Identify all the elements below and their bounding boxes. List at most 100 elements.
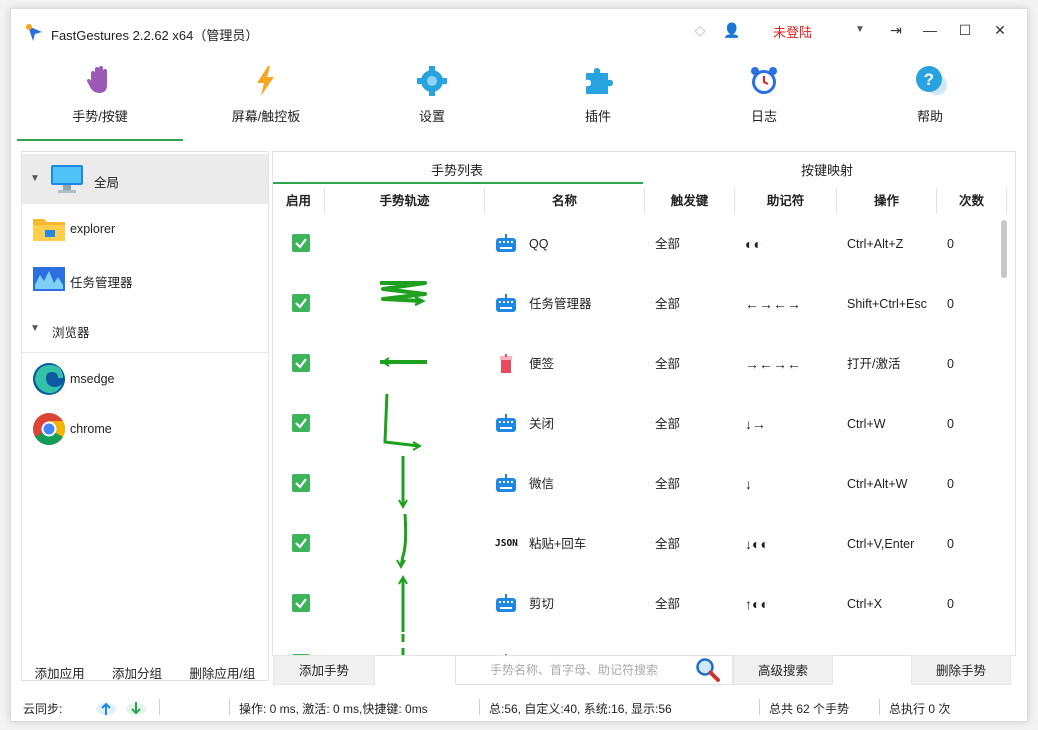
sticky-note-icon: [495, 353, 517, 375]
enabled-checkbox[interactable]: [292, 234, 310, 252]
exec-count: 0: [947, 417, 954, 431]
exec-count: [947, 634, 987, 655]
table-row[interactable]: 任务管理器 全部 ←→←→ Shift+Ctrl+Esc 0: [273, 274, 1005, 334]
action: Shift+Ctrl+Esc: [847, 297, 927, 311]
tree-group-browser[interactable]: ▼ 浏览器: [22, 304, 268, 354]
diamond-icon[interactable]: ◇: [691, 21, 709, 39]
vertical-scrollbar[interactable]: [1001, 220, 1007, 278]
close-button[interactable]: ✕: [989, 19, 1011, 41]
mnemonic: →←→←: [745, 356, 801, 372]
exec-count: 0: [947, 477, 954, 491]
nav-tab-plugins[interactable]: 插件: [515, 61, 681, 139]
tab-key-mapping[interactable]: 按键映射: [801, 160, 853, 179]
gesture-name: [529, 634, 643, 655]
lightning-icon: [257, 66, 274, 96]
json-label: JSON: [495, 538, 518, 549]
minimize-button[interactable]: —: [919, 19, 941, 41]
table-row[interactable]: [273, 634, 1005, 655]
maximize-button[interactable]: ☐: [954, 19, 976, 41]
sync-label: 云同步:: [23, 702, 63, 716]
tree-item-chrome[interactable]: chrome: [22, 404, 268, 454]
action: Ctrl+W: [847, 417, 886, 431]
table-row[interactable]: JSON 粘贴+回车 全部 ↓◐◐ Ctrl+V,Enter 0: [273, 514, 1005, 574]
gesture-trail: [380, 281, 427, 307]
tree-footer: 添加应用 添加分组 删除应用/组: [21, 659, 269, 685]
col-mnemonic[interactable]: 助记符: [735, 188, 837, 214]
gesture-search-input[interactable]: [455, 655, 733, 685]
gesture-name: 粘贴+回车: [529, 537, 587, 551]
total-executed: 总执行 0 次: [889, 702, 951, 716]
nav-tab-screen[interactable]: 屏幕/触控板: [183, 61, 349, 139]
col-count[interactable]: 次数: [937, 188, 1007, 214]
nav-tab-gestures[interactable]: 手势/按键: [17, 61, 183, 141]
tree-item-explorer[interactable]: explorer: [22, 204, 268, 254]
enabled-checkbox[interactable]: [292, 474, 310, 492]
divider: [759, 699, 760, 715]
gesture-trail: [398, 456, 408, 510]
alarm-clock-icon: [751, 67, 777, 94]
gesture-name: 微信: [529, 477, 555, 491]
tab-gesture-list[interactable]: 手势列表: [431, 160, 483, 179]
table-row[interactable]: 便签 全部 →←→← 打开/激活 0: [273, 334, 1005, 394]
col-action[interactable]: 操作: [837, 188, 937, 214]
keyboard-icon: [495, 293, 517, 315]
divider: [229, 699, 230, 715]
login-link[interactable]: 未登陆: [773, 22, 812, 41]
nav-tab-settings[interactable]: 设置: [349, 61, 515, 139]
advanced-search-button[interactable]: 高级搜索: [733, 655, 833, 685]
table-row[interactable]: 微信 全部 ↓ Ctrl+Alt+W 0: [273, 454, 1005, 514]
col-trigger[interactable]: 触发键: [645, 188, 735, 214]
nav-label: 帮助: [916, 109, 943, 124]
expand-arrow-icon[interactable]: ▼: [30, 173, 40, 184]
main-nav: 手势/按键 屏幕/触控板 设置 插件 日志 ? 帮助: [17, 61, 1021, 141]
gesture-name: 关闭: [529, 417, 555, 431]
tree-item-label: 全局: [94, 176, 120, 190]
tree-item-label: 任务管理器: [70, 276, 133, 290]
svg-text:?: ?: [924, 70, 934, 89]
user-icon[interactable]: 👤: [723, 21, 741, 39]
delete-gesture-button[interactable]: 删除手势: [911, 655, 1011, 685]
cloud-upload-icon[interactable]: [95, 697, 117, 717]
tree-item-msedge[interactable]: msedge: [22, 354, 268, 404]
app-window: FastGestures 2.2.62 x64（管理员） ◇ 👤 未登陆 ▼ ⇥…: [10, 8, 1028, 722]
enabled-checkbox[interactable]: [292, 534, 310, 552]
enabled-checkbox[interactable]: [292, 354, 310, 372]
nav-tab-help[interactable]: ? 帮助: [847, 61, 1013, 139]
nav-tab-log[interactable]: 日志: [681, 61, 847, 139]
mnemonic: [745, 634, 835, 655]
pin-icon[interactable]: ⇥: [885, 19, 907, 41]
gesture-name: QQ: [529, 237, 549, 251]
divider: [479, 699, 480, 715]
table-row[interactable]: 关闭 全部 ↓→ Ctrl+W 0: [273, 394, 1005, 454]
tree-item-label: 浏览器: [52, 326, 90, 340]
enabled-checkbox[interactable]: [292, 294, 310, 312]
add-app-button[interactable]: 添加应用: [35, 663, 85, 682]
tree-item-global[interactable]: ▼ 全局: [22, 154, 268, 204]
mnemonic: ↓→: [745, 416, 766, 432]
keyboard-icon: [495, 593, 517, 615]
col-name[interactable]: 名称: [485, 188, 645, 214]
app-logo-icon: [26, 24, 42, 41]
keyboard-icon: [495, 233, 517, 255]
exec-count: 0: [947, 357, 954, 371]
tree-item-label: chrome: [70, 422, 112, 436]
col-enabled[interactable]: 启用: [273, 188, 325, 214]
add-gesture-button[interactable]: 添加手势: [273, 655, 375, 685]
cloud-download-icon[interactable]: [125, 697, 147, 717]
table-row[interactable]: QQ 全部 ◐◐ Ctrl+Alt+Z 0: [273, 214, 1005, 274]
delete-app-button[interactable]: 删除应用/组: [189, 663, 255, 682]
tree-item-task-manager[interactable]: 任务管理器: [22, 254, 268, 304]
enabled-checkbox[interactable]: [292, 594, 310, 612]
tab-underline: [273, 182, 643, 184]
json-icon: JSON: [495, 533, 518, 555]
timing-status: 操作: 0 ms, 激活: 0 ms,快捷键: 0ms: [239, 702, 428, 716]
add-group-button[interactable]: 添加分组: [112, 663, 162, 682]
table-row[interactable]: 剪切 全部 ↑◐◐ Ctrl+X 0: [273, 574, 1005, 634]
search-icon[interactable]: [695, 657, 721, 683]
col-trail[interactable]: 手势轨迹: [325, 188, 485, 214]
total-gestures: 总共 62 个手势: [769, 702, 850, 716]
dropdown-icon[interactable]: ▼: [849, 19, 871, 41]
expand-arrow-icon[interactable]: ▼: [30, 323, 40, 334]
nav-label: 手势/按键: [72, 109, 128, 124]
enabled-checkbox[interactable]: [292, 414, 310, 432]
